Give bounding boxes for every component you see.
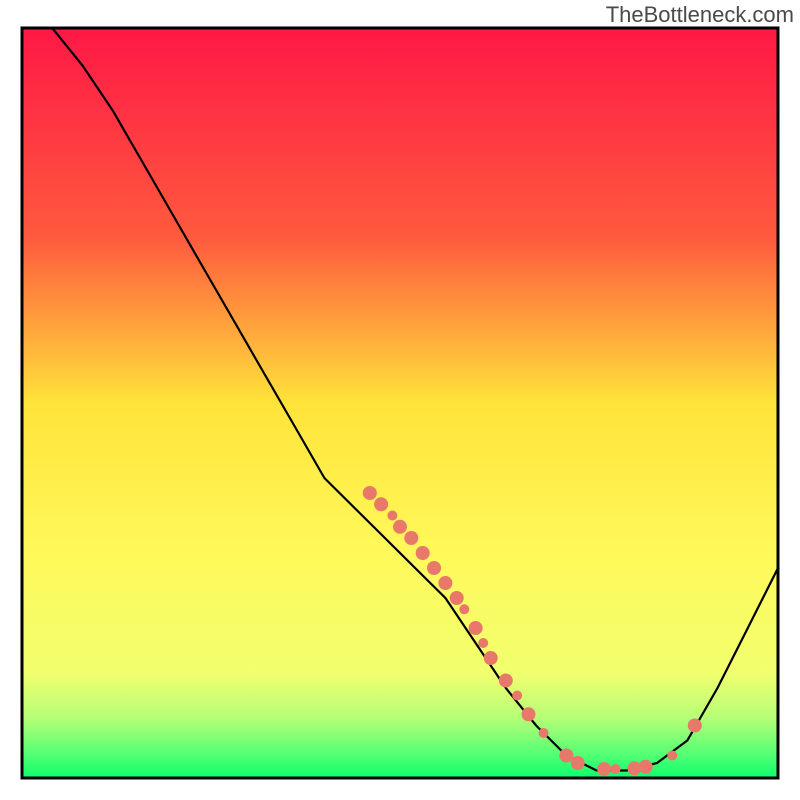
data-point: [387, 511, 397, 521]
data-point: [363, 486, 377, 500]
data-point: [416, 546, 430, 560]
chart-frame: TheBottleneck.com: [0, 0, 800, 800]
data-point: [539, 728, 549, 738]
data-point: [438, 576, 452, 590]
data-point: [611, 764, 621, 774]
bottleneck-chart: [0, 0, 800, 800]
gradient-background: [22, 28, 778, 778]
data-point: [597, 762, 611, 776]
data-point: [571, 756, 585, 770]
data-point: [484, 651, 498, 665]
data-point: [639, 760, 653, 774]
data-point: [374, 497, 388, 511]
data-point: [393, 520, 407, 534]
watermark-text: TheBottleneck.com: [606, 2, 794, 28]
data-point: [450, 591, 464, 605]
data-point: [469, 621, 483, 635]
data-point: [459, 604, 469, 614]
data-point: [512, 691, 522, 701]
data-point: [522, 707, 536, 721]
data-point: [499, 674, 513, 688]
data-point: [667, 751, 677, 761]
data-point: [404, 531, 418, 545]
data-point: [559, 749, 573, 763]
data-point: [427, 561, 441, 575]
data-point: [478, 638, 488, 648]
data-point: [688, 719, 702, 733]
